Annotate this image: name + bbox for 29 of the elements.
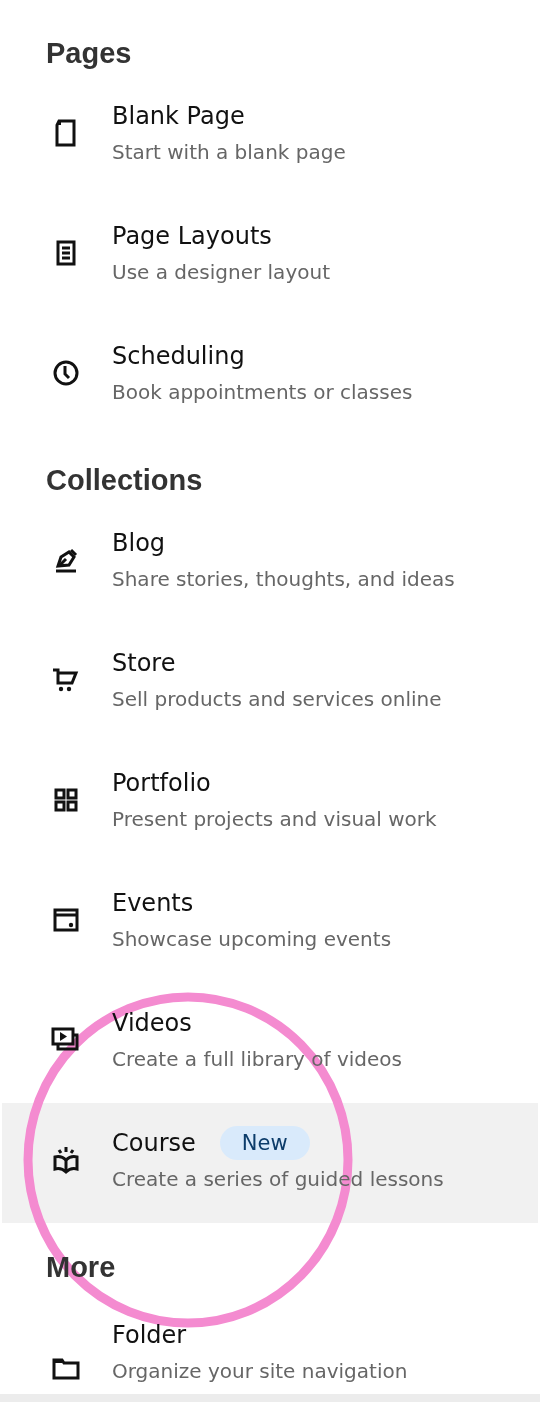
menu-item[interactable]: Portfolio Present projects and visual work — [2, 743, 538, 863]
item-title: Blog — [112, 529, 166, 557]
menu-item[interactable]: Store Sell products and services online — [2, 623, 538, 743]
item-description: Book appointments or classes — [112, 379, 413, 406]
item-description: Present projects and visual work — [112, 806, 437, 833]
menu-item[interactable]: Scheduling Book appointments or classes — [2, 316, 538, 436]
item-title: Scheduling — [112, 342, 245, 370]
item-description: Share stories, thoughts, and ideas — [112, 566, 455, 593]
item-title: Events — [112, 889, 194, 917]
item-title: Folder — [112, 1321, 187, 1349]
menu-item[interactable]: Page Layouts Use a designer layout — [2, 196, 538, 316]
item-description: Sell products and services online — [112, 686, 442, 713]
item-title: Page Layouts — [112, 222, 272, 250]
new-badge: New — [219, 1126, 310, 1160]
section-heading: Collections — [45, 463, 204, 498]
item-title: Course — [112, 1129, 196, 1157]
menu-item[interactable]: Blank Page Start with a blank page — [2, 76, 538, 196]
item-description: Use a designer layout — [112, 259, 330, 286]
item-title: Videos — [112, 1009, 192, 1037]
item-description: Showcase upcoming events — [112, 926, 392, 953]
item-title: Portfolio — [112, 769, 211, 797]
item-title: Blank Page — [112, 102, 245, 130]
menu-item[interactable]: Folder Organize your site navigation — [2, 1290, 538, 1394]
item-description: Start with a blank page — [112, 139, 346, 166]
item-description: Organize your site navigation — [112, 1358, 408, 1385]
menu-item[interactable]: Events Showcase upcoming events — [2, 863, 538, 983]
section-heading: Pages — [45, 36, 133, 71]
item-title: Store — [112, 649, 176, 677]
menu-item[interactable]: Blog Share stories, thoughts, and ideas — [2, 503, 538, 623]
